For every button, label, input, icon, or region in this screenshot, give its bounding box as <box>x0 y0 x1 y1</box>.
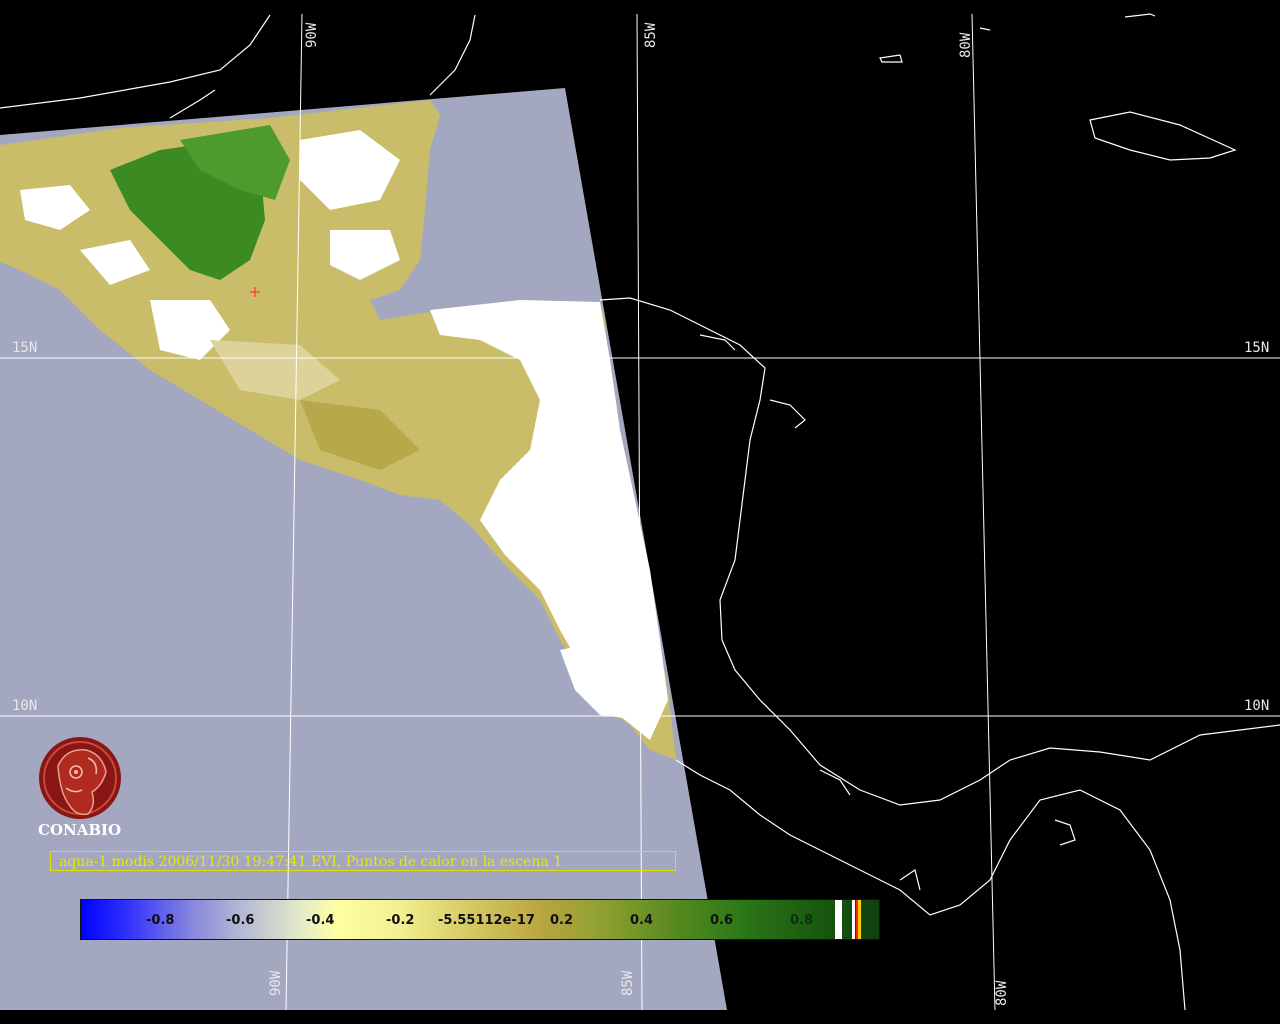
colorbar-tick: -0.2 <box>386 913 415 928</box>
colorbar-tick: -0.6 <box>226 913 255 928</box>
lon-label-bottom-90w: 90W <box>268 970 284 996</box>
colorbar-yellow-swatch <box>858 900 861 939</box>
lon-label-top-85w: 85W <box>643 22 659 48</box>
lon-label-top-90w: 90W <box>304 22 320 48</box>
colorbar-tick: 0.8 <box>790 913 814 928</box>
colorbar-white-swatch-2 <box>852 900 855 939</box>
colorbar-tick: -5.55112e-17 <box>438 913 535 928</box>
colorbar-tick: 0.4 <box>630 913 654 928</box>
colorbar-tick: 0.2 <box>550 913 574 928</box>
colorbar-tick: -0.8 <box>146 913 175 928</box>
lon-label-top-80w: 80W <box>958 32 974 58</box>
lat-label-left-15n: 15N <box>12 340 38 356</box>
logo-text: CONABIO <box>38 821 122 839</box>
scene-caption: aqua-1 modis 2006/11/30 19:47:41 EVI, Pu… <box>50 851 676 871</box>
colorbar-tick: -0.4 <box>306 913 335 928</box>
lon-label-bottom-80w: 80W <box>994 980 1010 1006</box>
lon-label-bottom-85w: 85W <box>620 970 636 996</box>
colorbar-tick: 0.6 <box>710 913 734 928</box>
lat-label-left-10n: 10N <box>12 698 38 714</box>
colorbar-white-swatch <box>835 900 842 939</box>
lat-label-right-15n: 15N <box>1244 340 1270 356</box>
lat-label-right-10n: 10N <box>1244 698 1270 714</box>
